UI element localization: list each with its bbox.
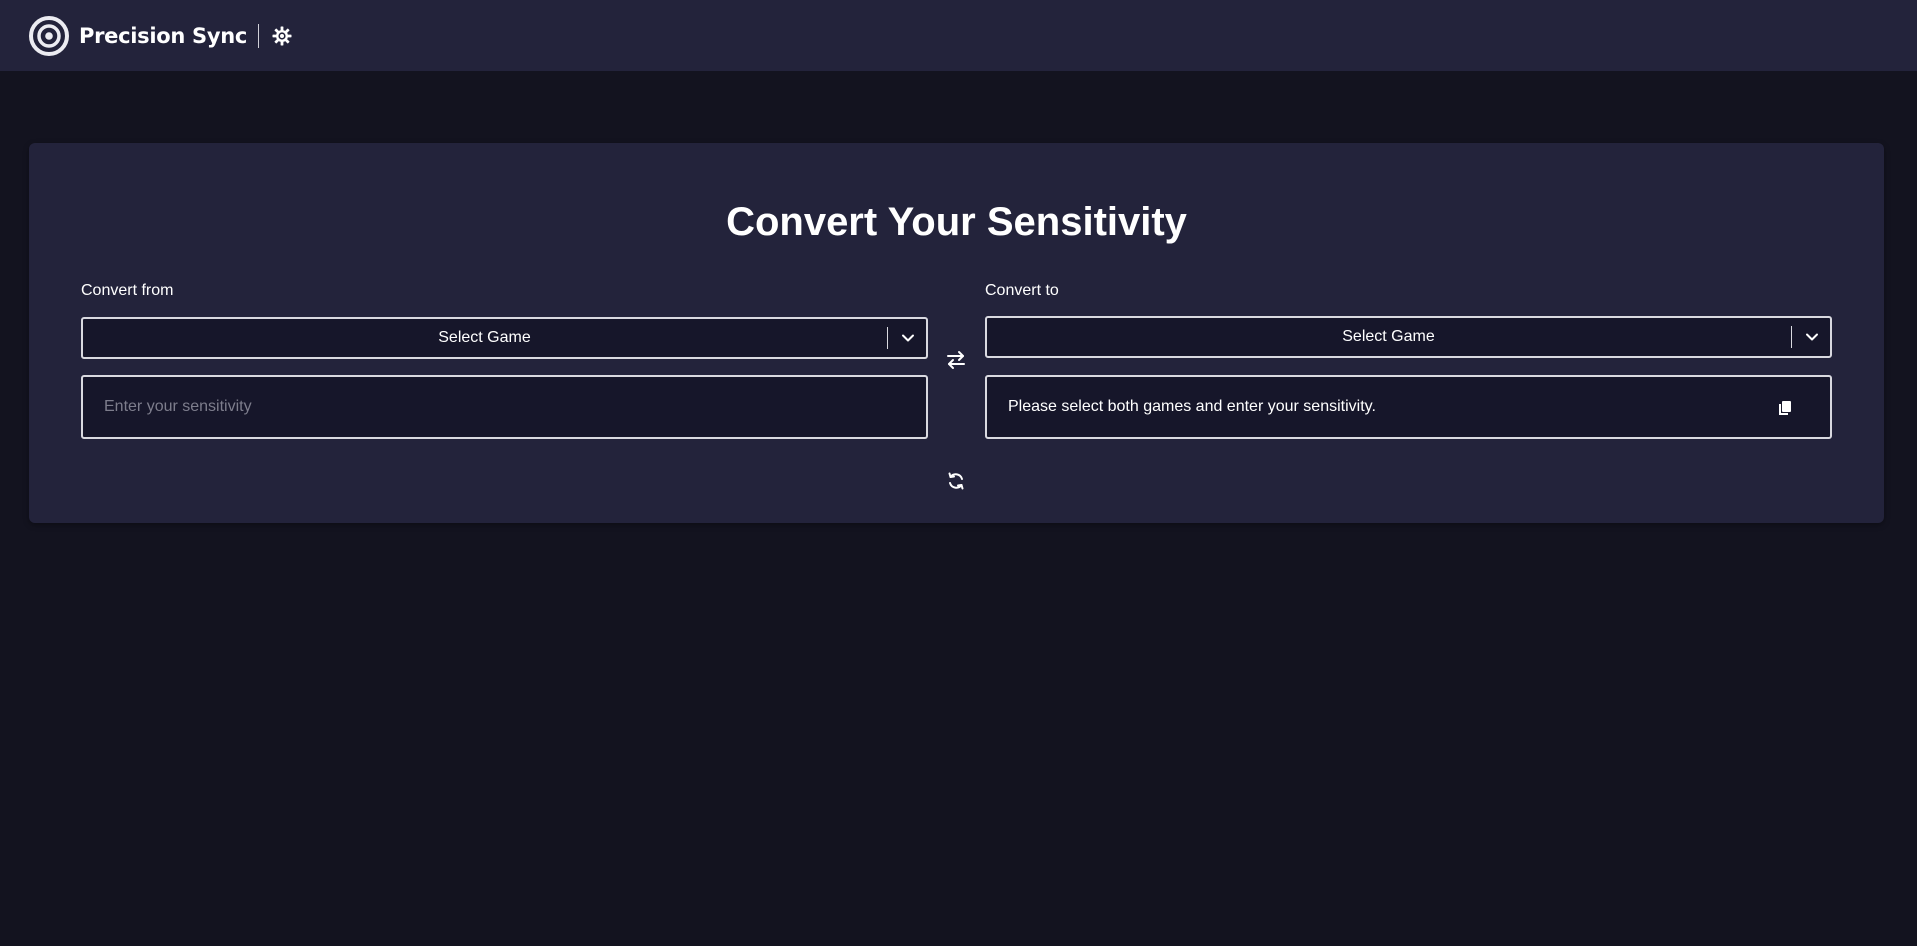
target-icon[interactable] — [29, 15, 69, 56]
brand-name[interactable]: Precision Sync — [79, 24, 247, 48]
swap-arrows-icon[interactable] — [945, 349, 967, 371]
top-nav-bar: Precision Sync — [0, 0, 1917, 71]
theme-toggle-button[interactable] — [271, 25, 293, 47]
gear-sun-icon — [272, 26, 292, 45]
converter-card: Convert Your Sensitivity Convert from Se… — [29, 143, 1884, 523]
chevron-down-icon[interactable] — [899, 329, 917, 347]
select-divider — [887, 327, 888, 349]
page-title: Convert Your Sensitivity — [726, 200, 1187, 244]
convert-from-label: Convert from — [81, 282, 174, 299]
copy-icon[interactable] — [1776, 399, 1794, 417]
sensitivity-input[interactable] — [83, 377, 926, 437]
convert-to-label: Convert to — [985, 282, 1059, 299]
refresh-icon[interactable] — [946, 471, 966, 491]
sensitivity-field — [81, 375, 928, 439]
to-game-select-value: Select Game — [1342, 328, 1435, 345]
select-divider — [1791, 326, 1792, 348]
from-game-select-value: Select Game — [438, 329, 531, 346]
to-game-select[interactable]: Select Game — [985, 316, 1832, 358]
result-field: Please select both games and enter your … — [985, 375, 1832, 439]
chevron-down-icon[interactable] — [1803, 328, 1821, 346]
result-message: Please select both games and enter your … — [1008, 398, 1376, 415]
header-divider — [258, 23, 260, 48]
from-game-select[interactable]: Select Game — [81, 317, 928, 359]
